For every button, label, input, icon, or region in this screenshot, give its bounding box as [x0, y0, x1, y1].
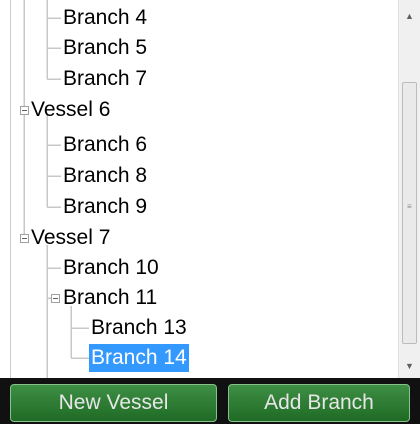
tree-item-branch-9[interactable]: Branch 9: [61, 193, 149, 221]
tree-view[interactable]: Branch 4 Branch 5 Branch 7 Vessel 6 Bran…: [10, 0, 399, 378]
tree-item-branch-8[interactable]: Branch 8: [61, 162, 149, 190]
add-branch-button[interactable]: Add Branch: [228, 384, 410, 422]
collapse-branch-11-icon[interactable]: [51, 294, 60, 303]
bottom-toolbar: New Vessel Add Branch: [0, 378, 420, 424]
tree-item-branch-11[interactable]: Branch 11: [61, 284, 159, 312]
new-vessel-button[interactable]: New Vessel: [10, 384, 217, 422]
tree-item-branch-5[interactable]: Branch 5: [61, 34, 149, 62]
arrow-up-icon[interactable]: ▲: [399, 6, 420, 26]
arrow-down-icon[interactable]: ▼: [399, 356, 420, 376]
tree-item-branch-14-selected[interactable]: Branch 14: [89, 344, 189, 372]
collapse-vessel-7-icon[interactable]: [20, 234, 29, 243]
tree-item-branch-4[interactable]: Branch 4: [61, 4, 149, 32]
tree-item-vessel-6[interactable]: Vessel 6: [29, 96, 112, 124]
vertical-scrollbar[interactable]: ▲ ≡ ▼: [398, 0, 420, 378]
tree-item-branch-7[interactable]: Branch 7: [61, 65, 149, 93]
tree-item-branch-6[interactable]: Branch 6: [61, 131, 149, 159]
tree-item-branch-13[interactable]: Branch 13: [89, 314, 189, 342]
collapse-vessel-6-icon[interactable]: [20, 106, 29, 115]
tree-item-branch-10[interactable]: Branch 10: [61, 254, 161, 282]
grip-icon: ≡: [407, 202, 412, 211]
scroll-thumb[interactable]: ≡: [402, 82, 417, 344]
tree-item-vessel-7[interactable]: Vessel 7: [29, 224, 112, 252]
